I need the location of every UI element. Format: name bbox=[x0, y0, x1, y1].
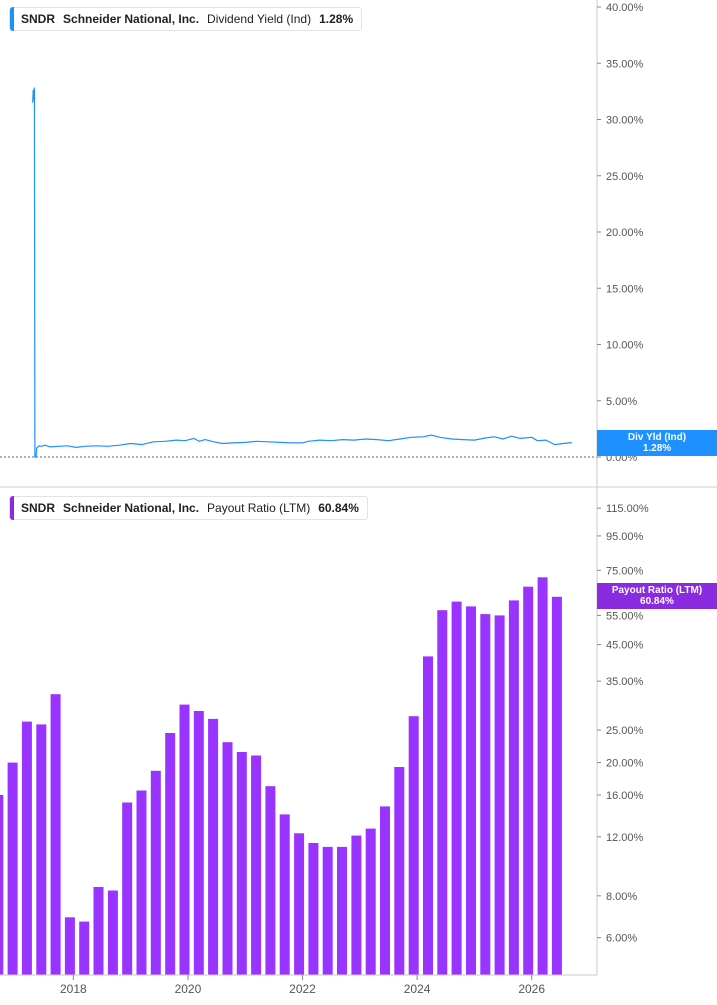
dividend-yield-current-tag: Div Yld (Ind) 1.28% bbox=[597, 430, 717, 456]
payout-y-tick-label: 16.00% bbox=[606, 790, 644, 802]
x-tick-label: 2026 bbox=[518, 982, 545, 996]
payout-y-tick-label: 6.00% bbox=[606, 933, 637, 945]
dividend-y-tick-label: 15.00% bbox=[606, 283, 644, 295]
payout-y-tick-label: 115.00% bbox=[606, 503, 649, 515]
payout-bar bbox=[279, 814, 290, 975]
dividend-y-tick-label: 25.00% bbox=[606, 171, 644, 183]
dividend-yield-legend[interactable]: SNDR Schneider National, Inc. Dividend Y… bbox=[9, 7, 363, 31]
payout-bar bbox=[236, 752, 247, 975]
payout-bar bbox=[208, 718, 219, 975]
payout-y-tick-label: 55.00% bbox=[606, 610, 644, 622]
payout-y-tick-label: 25.00% bbox=[606, 725, 644, 737]
payout-bar bbox=[380, 806, 390, 975]
dividend-y-tick-label: 5.00% bbox=[606, 396, 637, 408]
payout-bar bbox=[480, 614, 491, 975]
payout-y-tick-label: 45.00% bbox=[606, 640, 644, 652]
payout-y-tick-label: 20.00% bbox=[606, 758, 644, 770]
payout-bar bbox=[165, 733, 176, 975]
payout-bar bbox=[0, 795, 4, 975]
payout-bar bbox=[537, 577, 548, 975]
tag-label: Div Yld (Ind) bbox=[627, 432, 687, 443]
tag-value: 1.28% bbox=[642, 443, 672, 454]
payout-y-tick-label: 95.00% bbox=[606, 531, 644, 543]
payout-bar bbox=[36, 724, 47, 975]
payout-ratio-legend[interactable]: SNDR Schneider National, Inc. Payout Rat… bbox=[9, 496, 368, 520]
legend-ticker: SNDR bbox=[21, 501, 56, 515]
payout-bar bbox=[136, 790, 147, 975]
payout-bar bbox=[451, 601, 462, 975]
payout-bar bbox=[423, 656, 433, 975]
payout-bar bbox=[122, 802, 133, 975]
legend-ticker: SNDR bbox=[21, 12, 56, 26]
dividend-y-tick-label: 35.00% bbox=[606, 58, 644, 70]
payout-bar bbox=[494, 615, 505, 975]
payout-bar bbox=[351, 835, 362, 975]
payout-bar bbox=[466, 606, 476, 975]
legend-value: 1.28% bbox=[319, 12, 354, 26]
tag-label: Payout Ratio (LTM) bbox=[611, 585, 703, 596]
payout-bar bbox=[150, 770, 161, 975]
dividend-y-tick-label: 40.00% bbox=[606, 2, 644, 14]
payout-ratio-current-tag: Payout Ratio (LTM) 60.84% bbox=[597, 583, 717, 609]
payout-bar bbox=[337, 846, 347, 975]
payout-bar bbox=[551, 596, 562, 975]
legend-metric: Dividend Yield (Ind) bbox=[207, 12, 312, 26]
payout-bar bbox=[79, 921, 90, 975]
x-tick-label: 2024 bbox=[404, 982, 431, 996]
payout-bar bbox=[265, 786, 276, 975]
payout-bar bbox=[365, 828, 376, 975]
payout-bar bbox=[322, 846, 333, 975]
payout-bar bbox=[437, 610, 448, 975]
dividend-yield-line bbox=[32, 87, 572, 458]
payout-bar bbox=[394, 767, 405, 975]
dividend-yield-line-layer bbox=[32, 87, 572, 458]
x-tick-label: 2022 bbox=[289, 982, 316, 996]
payout-bar bbox=[222, 742, 233, 975]
legend-value: 60.84% bbox=[318, 501, 359, 515]
payout-bar bbox=[308, 843, 319, 975]
payout-bar bbox=[21, 721, 32, 975]
payout-bar bbox=[107, 890, 118, 975]
payout-bar bbox=[251, 755, 262, 975]
payout-y-tick-label: 8.00% bbox=[606, 891, 637, 903]
payout-y-tick-label: 12.00% bbox=[606, 832, 644, 844]
payout-bar bbox=[7, 762, 18, 975]
payout-bar bbox=[408, 716, 419, 975]
dividend-y-tick-label: 10.00% bbox=[606, 340, 644, 352]
tag-value: 60.84% bbox=[640, 596, 674, 607]
payout-y-tick-label: 35.00% bbox=[606, 676, 644, 688]
legend-metric: Payout Ratio (LTM) bbox=[207, 501, 311, 515]
payout-bar bbox=[523, 586, 534, 975]
payout-bar bbox=[193, 711, 204, 975]
payout-bar bbox=[50, 694, 61, 975]
payout-bar bbox=[93, 887, 104, 975]
dividend-yield-swatch bbox=[10, 7, 14, 31]
payout-y-tick-label: 75.00% bbox=[606, 565, 644, 577]
payout-bar bbox=[508, 600, 519, 975]
payout-bar bbox=[64, 917, 75, 975]
x-tick-label: 2018 bbox=[60, 982, 87, 996]
payout-ratio-swatch bbox=[10, 496, 14, 520]
payout-bar bbox=[294, 833, 305, 975]
dividend-y-tick-label: 30.00% bbox=[606, 115, 644, 127]
legend-company-name: Schneider National, Inc. bbox=[63, 501, 200, 515]
payout-bars bbox=[0, 577, 562, 975]
payout-bar bbox=[179, 704, 190, 975]
x-tick-label: 2020 bbox=[175, 982, 202, 996]
dividend-y-tick-label: 20.00% bbox=[606, 227, 644, 239]
legend-company-name: Schneider National, Inc. bbox=[63, 12, 200, 26]
